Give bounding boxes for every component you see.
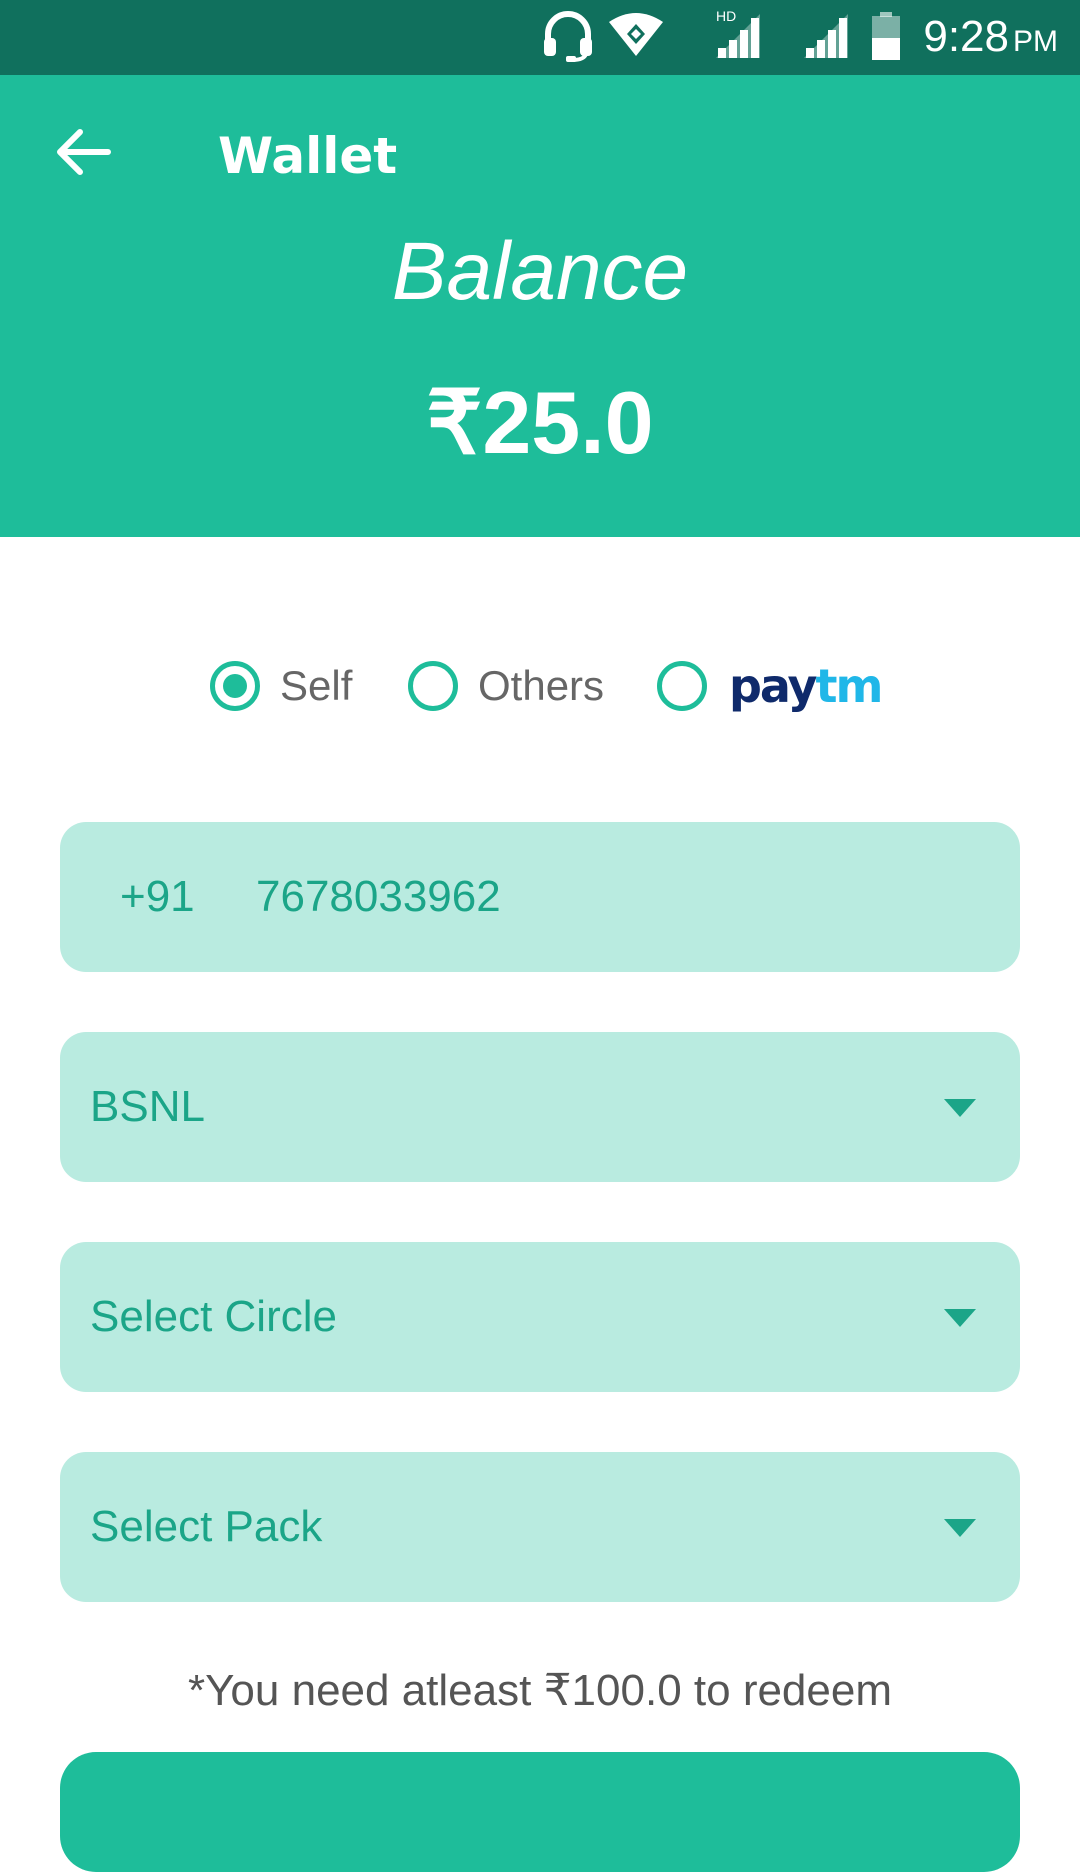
chevron-down-icon bbox=[944, 1099, 976, 1117]
phone-field[interactable]: +91 bbox=[60, 822, 1020, 972]
chevron-down-icon bbox=[944, 1309, 976, 1327]
phone-number-input[interactable] bbox=[256, 822, 956, 972]
radio-unchecked-icon[interactable] bbox=[408, 661, 458, 711]
signal-icon bbox=[804, 14, 848, 58]
balance-label: Balance bbox=[391, 226, 689, 317]
circle-placeholder: Select Circle bbox=[90, 1292, 337, 1341]
wifi-icon bbox=[609, 13, 663, 56]
paytm-logo-pay: pay bbox=[729, 659, 818, 713]
hd-signal-icon bbox=[716, 14, 760, 58]
operator-dropdown[interactable]: BSNL bbox=[60, 1032, 1020, 1182]
headset-icon bbox=[544, 11, 592, 62]
circle-dropdown[interactable]: Select Circle bbox=[60, 1242, 1020, 1392]
status-time-ampm: PM bbox=[1013, 25, 1058, 58]
radio-option-self[interactable]: Self bbox=[210, 655, 352, 717]
chevron-down-icon bbox=[944, 1519, 976, 1537]
paytm-logo-tm: tm bbox=[815, 659, 884, 713]
status-time: 9:28 PM bbox=[923, 12, 1058, 62]
status-time-value: 9:28 bbox=[923, 12, 1009, 61]
arrow-left-icon bbox=[57, 129, 111, 175]
radio-label-others: Others bbox=[478, 662, 605, 709]
status-bar: HD 9:28 PM bbox=[0, 0, 1080, 75]
operator-value: BSNL bbox=[90, 1082, 205, 1131]
country-code: +91 bbox=[120, 872, 195, 921]
radio-option-paytm[interactable]: paytm bbox=[657, 655, 884, 717]
radio-unchecked-icon[interactable] bbox=[657, 661, 707, 711]
paytm-logo: paytm bbox=[729, 659, 884, 713]
pack-dropdown[interactable]: Select Pack bbox=[60, 1452, 1020, 1602]
radio-option-others[interactable]: Others bbox=[408, 655, 604, 717]
pack-placeholder: Select Pack bbox=[90, 1502, 323, 1551]
wallet-header: Wallet Balance ₹25.0 bbox=[0, 75, 1080, 537]
balance-amount: ₹25.0 bbox=[426, 373, 654, 472]
redeem-button[interactable] bbox=[60, 1752, 1020, 1872]
back-button[interactable] bbox=[52, 120, 116, 184]
radio-label-self: Self bbox=[280, 662, 353, 709]
recharge-for-radio-group: Self Others paytm bbox=[0, 655, 1080, 717]
battery-icon bbox=[872, 12, 900, 60]
page-title: Wallet bbox=[218, 127, 398, 185]
minimum-redeem-note: *You need atleast ₹100.0 to redeem bbox=[188, 1666, 892, 1715]
radio-checked-icon[interactable] bbox=[210, 661, 260, 711]
